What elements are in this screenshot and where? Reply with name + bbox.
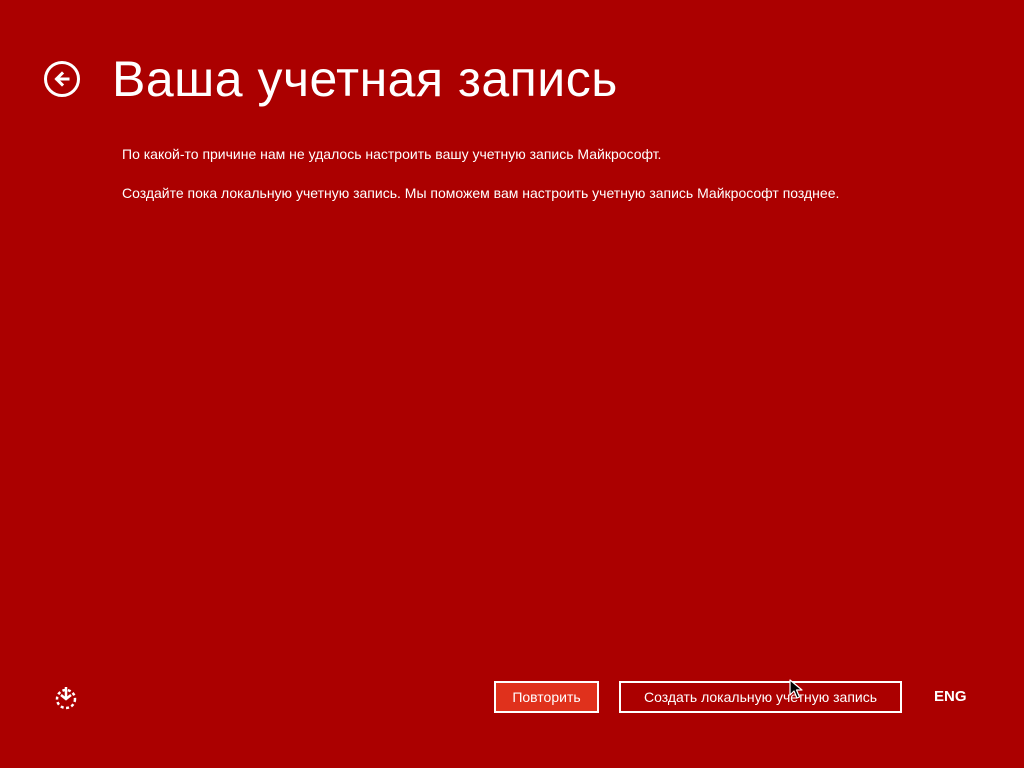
error-message: По какой-то причине нам не удалось настр… — [122, 146, 662, 162]
back-arrow-icon — [54, 71, 70, 87]
ease-of-access-icon[interactable] — [52, 684, 80, 712]
create-local-account-button[interactable]: Создать локальную учетную запись — [619, 681, 902, 713]
header: Ваша учетная запись — [44, 48, 618, 110]
language-indicator[interactable]: ENG — [934, 688, 967, 706]
back-button[interactable] — [44, 61, 80, 97]
page-title: Ваша учетная запись — [112, 51, 618, 107]
instruction-message: Создайте пока локальную учетную запись. … — [122, 185, 840, 201]
retry-button[interactable]: Повторить — [494, 681, 599, 713]
